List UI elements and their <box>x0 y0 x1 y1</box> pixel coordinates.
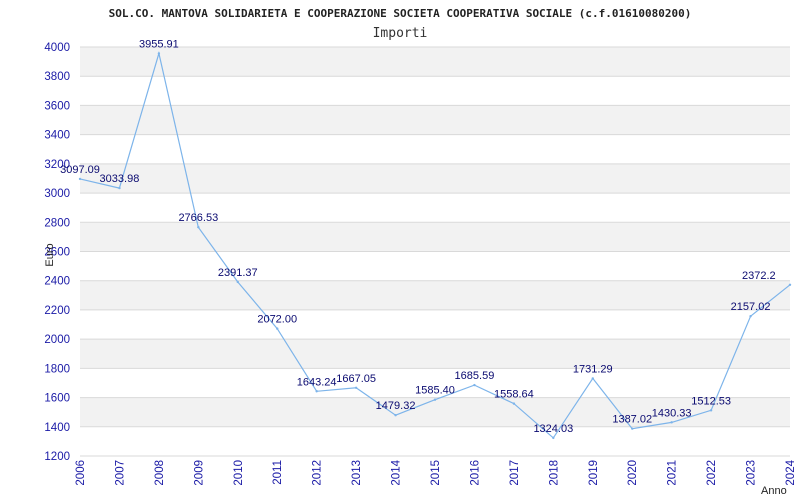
data-point <box>591 377 594 380</box>
y-tick-label: 1400 <box>44 422 70 434</box>
x-tick-label: 2012 <box>312 460 324 486</box>
y-tick-label: 1800 <box>44 363 70 375</box>
data-point <box>276 327 279 330</box>
x-axis-ticks: 2006 2007 2008 2009 2010 2011 2012 2013 2014 2015… <box>75 459 797 485</box>
data-point <box>749 315 752 318</box>
data-label: 1667.05 <box>336 373 376 385</box>
y-tick-label: 3600 <box>44 100 70 112</box>
data-point <box>118 186 121 190</box>
data-label: 3097.09 <box>60 164 100 176</box>
data-point <box>157 52 161 55</box>
data-point <box>78 177 82 181</box>
data-point <box>433 398 437 401</box>
data-point <box>394 413 397 417</box>
data-label: 1387.02 <box>612 414 652 426</box>
x-tick-label: 2010 <box>233 460 245 486</box>
data-label: 2157.02 <box>731 301 771 313</box>
background-band <box>80 163 790 194</box>
y-tick-label: 3400 <box>44 130 70 142</box>
x-tick-label: 2014 <box>391 459 403 485</box>
x-tick-label: 2024 <box>785 459 797 485</box>
data-label: 3955.91 <box>139 38 179 50</box>
data-point <box>709 409 713 412</box>
data-point <box>473 383 476 387</box>
x-tick-label: 2018 <box>548 460 560 486</box>
chart-subtitle: Importi <box>373 26 428 41</box>
y-tick-label: 2400 <box>44 276 70 288</box>
data-label: 3033.98 <box>100 173 140 185</box>
background-band <box>80 47 790 77</box>
data-point <box>197 225 200 229</box>
data-point <box>512 402 516 405</box>
data-label: 1479.32 <box>376 400 416 412</box>
y-axis-label: Euro <box>44 243 56 266</box>
data-point <box>354 386 358 389</box>
data-label: 1558.64 <box>494 389 534 401</box>
x-tick-label: 2008 <box>154 460 166 486</box>
x-tick-label: 2017 <box>509 460 521 486</box>
background-band <box>80 105 790 135</box>
x-tick-label: 2020 <box>627 460 639 486</box>
data-point <box>670 421 673 424</box>
data-point <box>236 280 239 284</box>
data-point <box>552 436 555 440</box>
x-axis-label: Anno <box>761 485 787 497</box>
x-tick-label: 2009 <box>193 460 205 486</box>
data-label: 1324.03 <box>533 423 573 435</box>
y-tick-label: 3000 <box>44 188 70 200</box>
data-label: 1685.59 <box>455 370 495 382</box>
y-tick-label: 2000 <box>44 334 70 346</box>
x-tick-label: 2019 <box>588 460 600 486</box>
data-label: 1512.53 <box>691 395 731 407</box>
x-tick-label: 2007 <box>114 460 126 486</box>
data-point <box>315 390 318 393</box>
x-tick-label: 2022 <box>706 460 718 486</box>
line-chart: 1200140016001800200022002400260028003000… <box>44 7 797 497</box>
data-label: 2372.2 <box>742 270 776 282</box>
data-label: 2766.53 <box>178 212 218 224</box>
x-tick-label: 2015 <box>430 460 442 486</box>
data-label: 2072.00 <box>257 314 297 326</box>
x-tick-label: 2011 <box>272 460 284 485</box>
y-tick-label: 3800 <box>44 71 70 83</box>
y-tick-label: 4000 <box>44 42 70 54</box>
data-point <box>631 427 634 430</box>
y-tick-label: 2800 <box>44 217 70 229</box>
plot-background-bands <box>80 47 790 427</box>
y-tick-label: 2200 <box>44 305 70 317</box>
chart-title: SOL.CO. MANTOVA SOLIDARIETA E COOPERAZIO… <box>109 7 692 20</box>
x-tick-label: 2016 <box>469 460 481 486</box>
y-tick-label: 1200 <box>44 451 70 463</box>
background-band <box>80 222 790 252</box>
data-point <box>788 283 792 286</box>
x-tick-label: 2006 <box>75 460 87 486</box>
data-label: 1731.29 <box>573 363 613 375</box>
background-band <box>80 339 790 369</box>
x-tick-label: 2023 <box>746 460 758 486</box>
data-label: 1585.40 <box>415 385 455 397</box>
y-tick-label: 1600 <box>44 393 70 405</box>
x-tick-label: 2013 <box>351 460 363 486</box>
data-label: 2391.37 <box>218 267 258 279</box>
background-band <box>80 280 790 310</box>
x-tick-label: 2021 <box>667 460 679 486</box>
data-label: 1643.24 <box>297 376 337 388</box>
data-label: 1430.33 <box>652 407 692 419</box>
